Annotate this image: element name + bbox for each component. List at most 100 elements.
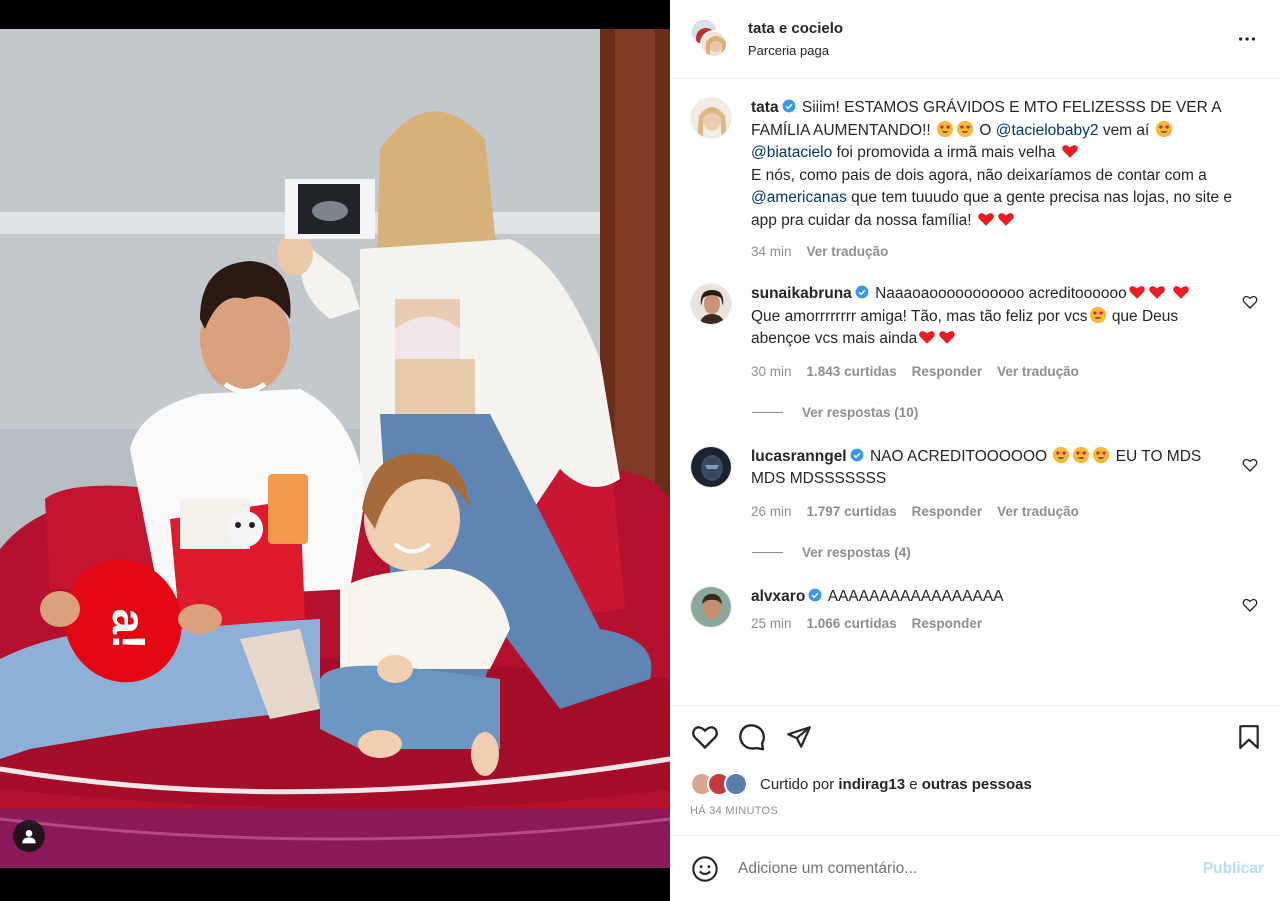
comment-username[interactable]: lucasranngel <box>751 448 847 465</box>
view-replies-label: Ver respostas (10) <box>802 404 919 420</box>
comment-likes-count[interactable]: 1.797 curtidas <box>807 504 897 519</box>
liked-by-user[interactable]: indirag13 <box>838 776 905 793</box>
avatar-image <box>691 446 731 487</box>
comment-body: sunaikabruna Naaaoaooooooooooo acreditoo… <box>751 283 1262 379</box>
view-replies-button[interactable]: Ver respostas (4) <box>752 545 1262 560</box>
caption-meta: 34 min Ver tradução <box>751 244 1252 259</box>
comment-time[interactable]: 25 min <box>751 616 792 631</box>
comment-text: sunaikabruna Naaaoaooooooooooo acreditoo… <box>751 283 1236 351</box>
like-comment-heart-icon[interactable] <box>1242 294 1258 310</box>
red-heart-emoji-icon <box>919 331 936 344</box>
post-timestamp[interactable]: HÁ 34 MINUTOS <box>670 801 1280 835</box>
avatar[interactable] <box>690 585 732 628</box>
mention-link[interactable]: @americanas <box>751 189 847 206</box>
collab-avatars[interactable] <box>690 18 732 60</box>
heart-eyes-emoji-icon <box>936 120 954 137</box>
post-details-panel: tata e cocielo Parceria paga tata Siiim!… <box>670 0 1280 901</box>
heart-eyes-emoji-icon <box>1089 306 1106 323</box>
verified-badge-icon <box>855 285 869 299</box>
red-heart-emoji-icon <box>1173 286 1189 299</box>
comment-likes-count[interactable]: 1.843 curtidas <box>807 364 897 379</box>
comment-text-part: NAO ACREDITOOOOOO <box>869 447 1048 465</box>
translate-button[interactable]: Ver tradução <box>997 504 1079 519</box>
like-comment-heart-icon[interactable] <box>1242 457 1258 473</box>
heart-eyes-emoji-icon <box>1155 120 1172 137</box>
comment-text: lucasranngel NAO ACREDITOOOOOO EU TO MDS… <box>751 446 1236 491</box>
comment-meta: 30 min 1.843 curtidas Responder Ver trad… <box>751 364 1236 379</box>
bookmark-icon <box>1239 724 1259 749</box>
red-heart-emoji-icon <box>1128 286 1145 299</box>
avatar <box>724 772 748 796</box>
avatar[interactable] <box>690 283 732 325</box>
avatar[interactable] <box>690 445 732 488</box>
avatar[interactable] <box>690 97 732 139</box>
comment-likes-count[interactable]: 1.066 curtidas <box>807 616 897 631</box>
comment-text-part: Naaaoaooooooooooo acreditoooooo <box>875 285 1127 302</box>
red-heart-emoji-icon <box>978 212 994 226</box>
post-author[interactable]: tata e cocielo <box>748 20 1232 37</box>
verified-badge-icon <box>782 99 795 113</box>
header-text: tata e cocielo Parceria paga <box>748 20 1232 58</box>
liked-by-avatars[interactable] <box>690 772 752 796</box>
reply-button[interactable]: Responder <box>912 616 983 631</box>
publish-button[interactable]: Publicar <box>1203 860 1264 878</box>
liked-by-prefix: Curtido por <box>760 775 835 793</box>
caption-username[interactable]: tata <box>751 99 779 116</box>
heart-eyes-emoji-icon <box>1053 446 1070 463</box>
post-actions-bar <box>670 705 1280 767</box>
liked-by-others[interactable]: outras pessoas <box>922 776 1032 793</box>
view-replies-button[interactable]: Ver respostas (10) <box>752 405 1262 420</box>
more-options-button[interactable] <box>1232 24 1262 54</box>
comment-time[interactable]: 30 min <box>751 364 792 379</box>
comment-text: alvxaro AAAAAAAAAAAAAAAAA <box>751 586 1236 609</box>
caption-body: tata Siiim! ESTAMOS GRÁVIDOS E MTO FELIZ… <box>751 97 1262 259</box>
replies-divider <box>752 551 783 553</box>
red-heart-emoji-icon <box>1148 286 1165 299</box>
mention-link[interactable]: @biatacielo <box>751 144 832 161</box>
post-header: tata e cocielo Parceria paga <box>670 0 1280 79</box>
mention-link[interactable]: @tacielobaby2 <box>996 122 1099 139</box>
comment-meta: 25 min 1.066 curtidas Responder <box>751 616 1236 631</box>
comment-time[interactable]: 26 min <box>751 504 792 519</box>
tagged-users-button[interactable] <box>13 820 45 852</box>
avatar-image <box>691 98 731 138</box>
comment-username[interactable]: sunaikabruna <box>751 285 852 302</box>
translate-button[interactable]: Ver tradução <box>807 244 889 259</box>
share-button[interactable] <box>784 722 814 752</box>
comment-input[interactable] <box>738 859 1203 878</box>
comment: alvxaro AAAAAAAAAAAAAAAAA 25 min 1.066 c… <box>690 585 1262 632</box>
comment-username[interactable]: alvxaro <box>751 588 805 605</box>
comment-body: alvxaro AAAAAAAAAAAAAAAAA 25 min 1.066 c… <box>751 586 1262 632</box>
comment: lucasranngel NAO ACREDITOOOOOO EU TO MDS… <box>690 445 1262 519</box>
translate-button[interactable]: Ver tradução <box>997 364 1079 379</box>
avatar <box>700 30 728 58</box>
americanas-logo-text: a! <box>103 609 155 650</box>
like-comment-heart-icon[interactable] <box>1242 597 1258 613</box>
comment-text-part: Que amorrrrrrrr amiga! Tão, mas tão feli… <box>751 307 1088 325</box>
family-photo-illustration: a! <box>0 29 670 868</box>
paper-plane-icon <box>787 725 811 748</box>
red-heart-emoji-icon <box>1061 145 1078 158</box>
comment-time[interactable]: 34 min <box>751 244 792 259</box>
post-photo[interactable]: a! <box>0 29 670 868</box>
comment: sunaikabruna Naaaoaooooooooooo acreditoo… <box>690 283 1262 379</box>
comment-button[interactable] <box>737 722 767 752</box>
add-comment-bar: Publicar <box>670 835 1280 901</box>
reply-button[interactable]: Responder <box>912 364 983 379</box>
view-replies-label: Ver respostas (4) <box>802 544 911 560</box>
verified-badge-icon <box>850 448 864 461</box>
comments-list[interactable]: tata Siiim! ESTAMOS GRÁVIDOS E MTO FELIZ… <box>670 79 1280 705</box>
heart-eyes-emoji-icon <box>1093 446 1110 463</box>
instagram-post-modal: a! tata e cocielo Parceria paga tata Sii… <box>0 0 1280 901</box>
caption-text-part: O <box>979 121 992 139</box>
paid-partnership-label[interactable]: Parceria paga <box>748 43 1232 58</box>
comment-text-part: AAAAAAAAAAAAAAAAA <box>827 587 1004 605</box>
caption-text-part: E nós, como pais de dois agora, não deix… <box>751 166 1207 184</box>
emoji-button[interactable] <box>690 854 720 884</box>
red-heart-emoji-icon <box>939 331 956 344</box>
like-button[interactable] <box>690 722 720 752</box>
save-button[interactable] <box>1234 722 1264 752</box>
avatar-image <box>702 32 726 56</box>
caption-text: tata Siiim! ESTAMOS GRÁVIDOS E MTO FELIZ… <box>751 97 1252 232</box>
reply-button[interactable]: Responder <box>912 504 983 519</box>
